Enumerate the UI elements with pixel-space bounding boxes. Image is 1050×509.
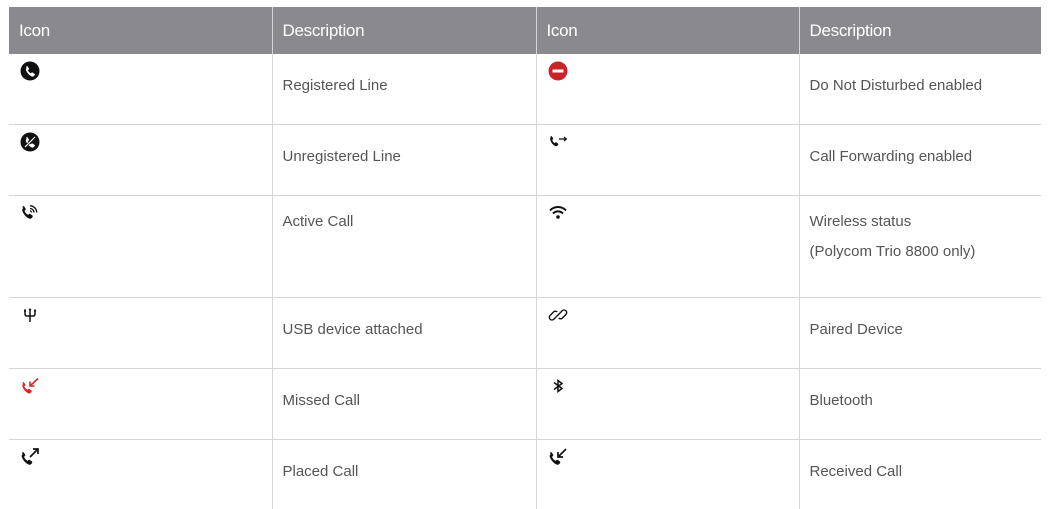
header-icon-col-1: Icon [9, 7, 272, 54]
registered-line-icon [19, 60, 41, 82]
header-row: Icon Description Icon Description [9, 7, 1041, 54]
icon-cell [9, 298, 272, 369]
description-note: (Polycom Trio 8800 only) [810, 243, 1042, 260]
description-cell: Registered Line [272, 54, 536, 125]
usb-icon [19, 304, 41, 326]
description-cell: Received Call [799, 440, 1041, 509]
description-cell: Wireless status (Polycom Trio 8800 only) [799, 196, 1041, 298]
header-description-col-2: Description [799, 7, 1041, 54]
unregistered-line-icon [19, 131, 41, 153]
wireless-status-icon [547, 202, 569, 224]
table-row: Missed Call Bluetooth [9, 369, 1041, 440]
description-text: Active Call [283, 213, 354, 230]
table-row: Unregistered Line Call Forwarding enable… [9, 125, 1041, 196]
description-text: Wireless status [810, 213, 912, 230]
do-not-disturb-icon [547, 60, 569, 82]
icon-cell [9, 125, 272, 196]
table-row: Registered Line Do Not Disturbed enabled [9, 54, 1041, 125]
description-cell: Unregistered Line [272, 125, 536, 196]
description-cell: Missed Call [272, 369, 536, 440]
paired-device-icon [547, 304, 569, 326]
received-call-icon [547, 446, 569, 468]
icon-cell [536, 369, 799, 440]
header-description-col-1: Description [272, 7, 536, 54]
icon-cell [9, 440, 272, 509]
description-cell: Placed Call [272, 440, 536, 509]
icon-legend-table: Icon Description Icon Description Regist… [9, 7, 1041, 509]
description-cell: Active Call [272, 196, 536, 298]
description-cell: Paired Device [799, 298, 1041, 369]
description-cell: USB device attached [272, 298, 536, 369]
icon-cell [536, 54, 799, 125]
description-cell: Do Not Disturbed enabled [799, 54, 1041, 125]
table-header: Icon Description Icon Description [9, 7, 1041, 54]
placed-call-icon [19, 446, 41, 468]
table-row: Active Call Wireless status (Polycom Tri… [9, 196, 1041, 298]
active-call-icon [19, 202, 41, 224]
icon-cell [9, 54, 272, 125]
icon-cell [536, 298, 799, 369]
description-cell: Call Forwarding enabled [799, 125, 1041, 196]
icon-cell [536, 196, 799, 298]
icon-cell [9, 369, 272, 440]
icon-cell [9, 196, 272, 298]
bluetooth-icon [547, 375, 569, 397]
header-icon-col-2: Icon [536, 7, 799, 54]
table-row: Placed Call Received Call [9, 440, 1041, 509]
icon-cell [536, 125, 799, 196]
description-cell: Bluetooth [799, 369, 1041, 440]
missed-call-icon [19, 375, 41, 397]
icon-cell [536, 440, 799, 509]
call-forwarding-icon [547, 131, 569, 153]
table-row: USB device attached Paired Device [9, 298, 1041, 369]
